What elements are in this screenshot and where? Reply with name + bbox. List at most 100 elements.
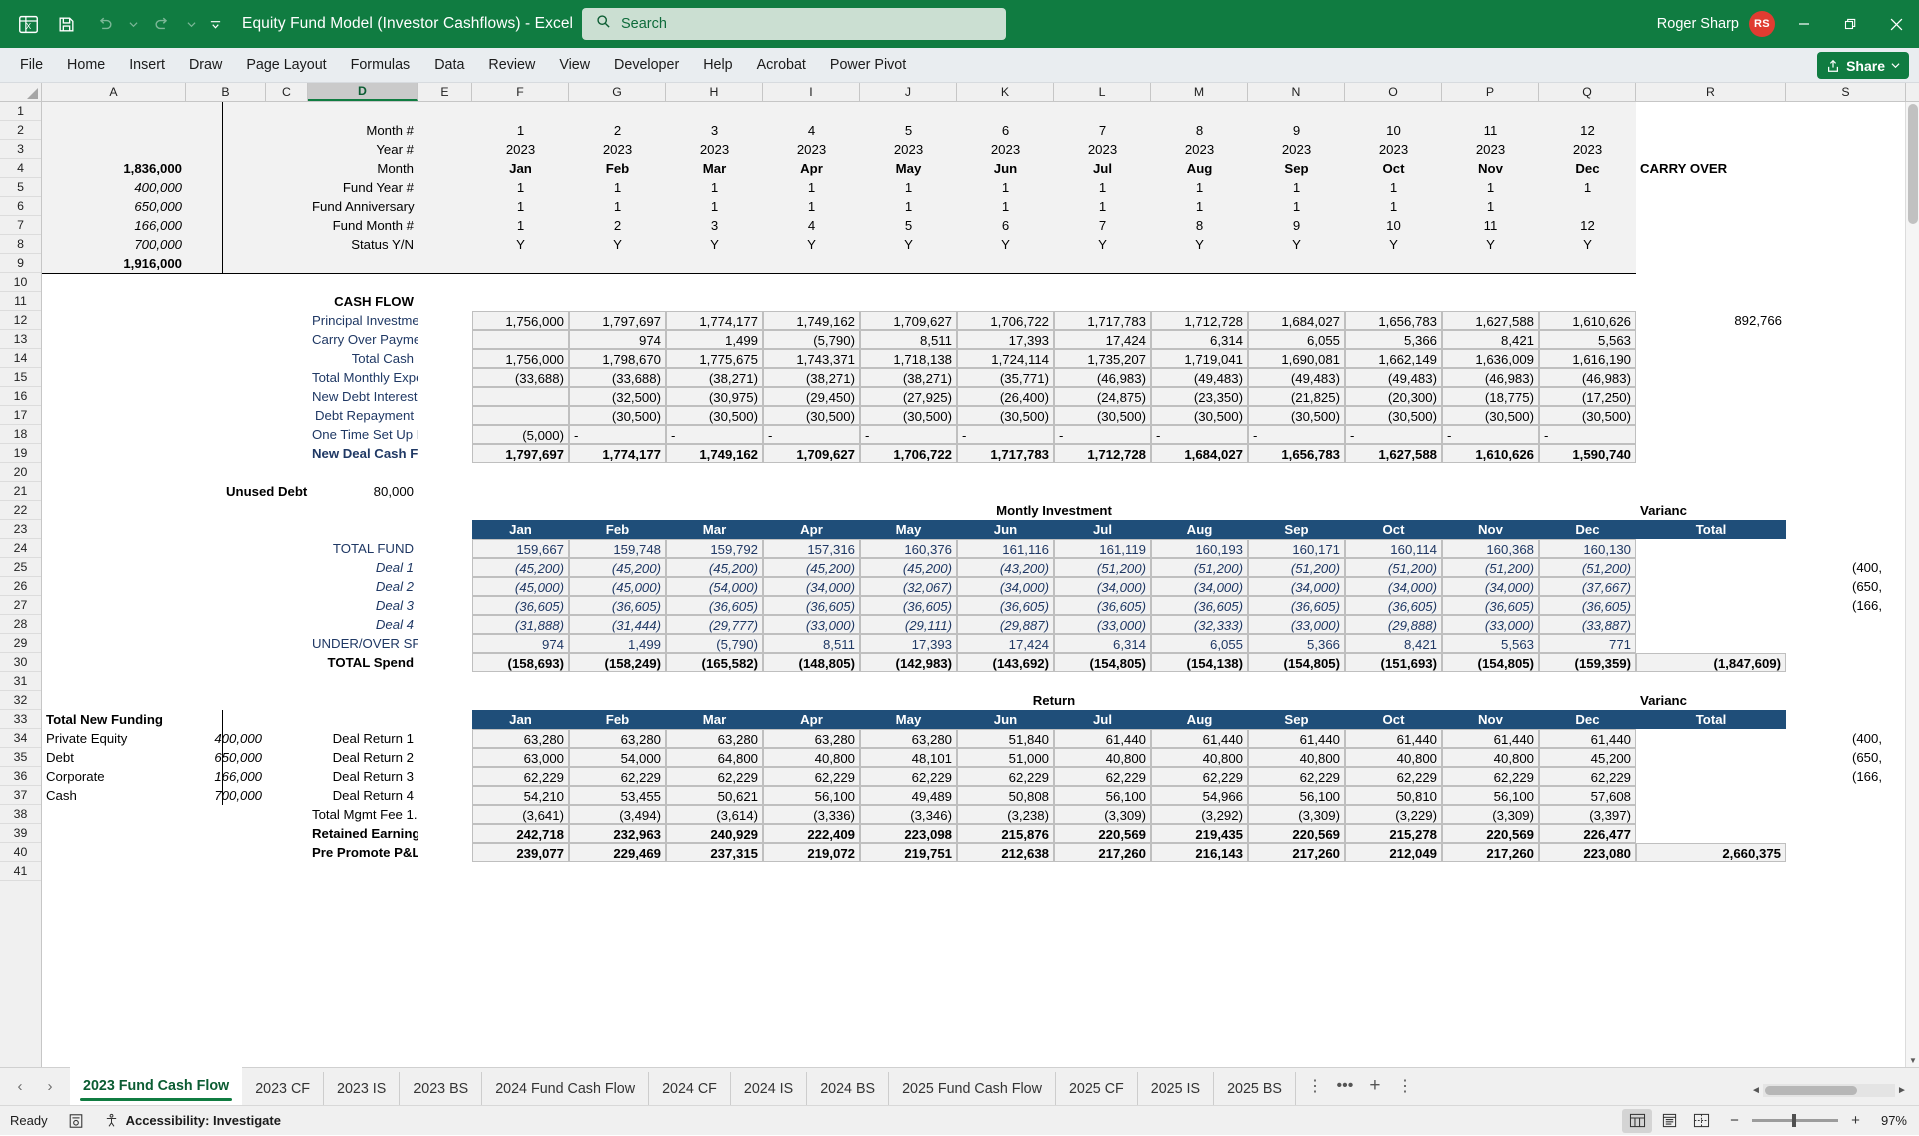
tbl-monthly-investment-under_over-P29[interactable]: 5,563	[1442, 634, 1539, 653]
tbl-monthly-investment-deal_2-L26[interactable]: (34,000)	[1054, 577, 1151, 596]
cf-total_cash-J14[interactable]: 1,718,138	[860, 349, 957, 368]
tbl-return-deal_return_3-K36[interactable]: 62,229	[957, 767, 1054, 786]
month-Q4[interactable]: Dec	[1539, 159, 1636, 178]
cf-new_debt_interest-J16[interactable]: (27,925)	[860, 387, 957, 406]
cf-total_monthly_expense-G15[interactable]: (33,688)	[569, 368, 666, 387]
cf-new_deal_cash_flow-F19[interactable]: 1,797,697	[472, 444, 569, 463]
cf-one_time_set_up_fee-O18[interactable]: -	[1345, 425, 1442, 444]
tbl-monthly-investment-deal_4-P28[interactable]: (33,000)	[1442, 615, 1539, 634]
tbl-monthly-investment-deal_3-P27[interactable]: (36,605)	[1442, 596, 1539, 615]
column-header-F[interactable]: F	[472, 83, 569, 101]
cf-new_deal_cash_flow-L19[interactable]: 1,712,728	[1054, 444, 1151, 463]
ribbon-tab-file[interactable]: File	[8, 48, 55, 82]
status-G8[interactable]: Y	[569, 235, 666, 254]
label-one-time-set-up-fee[interactable]: One Time Set Up Fee	[308, 425, 418, 444]
tbl-monthly-investment-total_fund-Q24[interactable]: 160,130	[1539, 539, 1636, 558]
label-total-cash[interactable]: Total Cash	[308, 349, 418, 368]
fund-anniv-F6[interactable]: 1	[472, 197, 569, 216]
cf-total_cash-L14[interactable]: 1,735,207	[1054, 349, 1151, 368]
tbl-return-deal_return_4-P37[interactable]: 56,100	[1442, 786, 1539, 805]
tbl-monthly-investment-deal_3-L27[interactable]: (36,605)	[1054, 596, 1151, 615]
column-header-H[interactable]: H	[666, 83, 763, 101]
row-header-15[interactable]: 15	[0, 368, 41, 387]
fund-month-N7[interactable]: 9	[1248, 216, 1345, 235]
tbl-monthly-investment-deal_2-I26[interactable]: (34,000)	[763, 577, 860, 596]
close-button[interactable]	[1873, 0, 1919, 48]
fund-month-Q7[interactable]: 12	[1539, 216, 1636, 235]
variance-title1-monthly-investment[interactable]: Varianc	[1636, 501, 1786, 520]
row-header-32[interactable]: 32	[0, 691, 41, 710]
colhdr-return-Jun[interactable]: Jun	[957, 710, 1054, 729]
month-num-H2[interactable]: 3	[666, 121, 763, 140]
label-return-deal-return-2[interactable]: Deal Return 2	[308, 748, 418, 767]
colhdr-return-Dec[interactable]: Dec	[1539, 710, 1636, 729]
zoom-level[interactable]: 97%	[1873, 1113, 1911, 1128]
label-new-debt-interest[interactable]: New Debt Interest Expense	[308, 387, 418, 406]
month-num-I2[interactable]: 4	[763, 121, 860, 140]
tbl-return-deal_return_2-H35[interactable]: 64,800	[666, 748, 763, 767]
month-J4[interactable]: May	[860, 159, 957, 178]
ribbon-tab-draw[interactable]: Draw	[177, 48, 234, 82]
tbl-monthly-investment-under_over-G29[interactable]: 1,499	[569, 634, 666, 653]
tbl-monthly-investment-deal_4-M28[interactable]: (32,333)	[1151, 615, 1248, 634]
cf-new_deal_cash_flow-H19[interactable]: 1,749,162	[666, 444, 763, 463]
tbl-monthly-investment-total_spend-P30[interactable]: (154,805)	[1442, 653, 1539, 672]
minimize-button[interactable]	[1781, 0, 1827, 48]
column-header-P[interactable]: P	[1442, 83, 1539, 101]
label-carry-over-payment[interactable]: Carry Over Payment	[308, 330, 418, 349]
hscroll-thumb[interactable]	[1765, 1086, 1857, 1095]
cf-principal_investment-O12[interactable]: 1,656,783	[1345, 311, 1442, 330]
tbl-monthly-investment-deal_1-O25[interactable]: (51,200)	[1345, 558, 1442, 577]
status-Q8[interactable]: Y	[1539, 235, 1636, 254]
tbl-monthly-investment-deal_3-H27[interactable]: (36,605)	[666, 596, 763, 615]
status-M8[interactable]: Y	[1151, 235, 1248, 254]
tbl-monthly-investment-total_fund-F24[interactable]: 159,667	[472, 539, 569, 558]
funding-value-2[interactable]: 166,000	[186, 767, 266, 786]
colhdr-return-Oct[interactable]: Oct	[1345, 710, 1442, 729]
year-num-I3[interactable]: 2023	[763, 140, 860, 159]
tbl-monthly-investment-deal_2-K26[interactable]: (34,000)	[957, 577, 1054, 596]
fund-year-N5[interactable]: 1	[1248, 178, 1345, 197]
variance-title1-return[interactable]: Varianc	[1636, 691, 1786, 710]
tbl-return-total_mgmt_fee-F38[interactable]: (3,641)	[472, 805, 569, 824]
row-header-6[interactable]: 6	[0, 197, 41, 216]
tbl-monthly-investment-deal_1-Q25[interactable]: (51,200)	[1539, 558, 1636, 577]
funding-label-2[interactable]: Corporate	[42, 767, 186, 786]
sheet-list-icon[interactable]: ⋮	[1302, 1073, 1328, 1099]
column-header-E[interactable]: E	[418, 83, 472, 101]
year-num-F3[interactable]: 2023	[472, 140, 569, 159]
sheet-tab-2023-fund-cash-flow[interactable]: 2023 Fund Cash Flow	[70, 1067, 243, 1105]
page-break-view-icon[interactable]	[1686, 1109, 1716, 1133]
fund-year-O5[interactable]: 1	[1345, 178, 1442, 197]
value-unused-debt[interactable]: 80,000	[308, 482, 418, 501]
sheet-tab-2025-cf[interactable]: 2025 CF	[1056, 1072, 1138, 1105]
cell-A5[interactable]: 400,000	[42, 178, 186, 197]
fund-anniv-J6[interactable]: 1	[860, 197, 957, 216]
tbl-monthly-investment-deal_1-J25[interactable]: (45,200)	[860, 558, 957, 577]
column-header-Q[interactable]: Q	[1539, 83, 1636, 101]
fund-month-P7[interactable]: 11	[1442, 216, 1539, 235]
row-header-1[interactable]: 1	[0, 102, 41, 121]
tbl-monthly-investment-under_over-H29[interactable]: (5,790)	[666, 634, 763, 653]
cf-new_deal_cash_flow-O19[interactable]: 1,627,588	[1345, 444, 1442, 463]
fund-anniv-O6[interactable]: 1	[1345, 197, 1442, 216]
cf-debt_repayment-H17[interactable]: (30,500)	[666, 406, 763, 425]
tbl-return-deal_return_3-L36[interactable]: 62,229	[1054, 767, 1151, 786]
tbl-return-deal_return_4-O37[interactable]: 50,810	[1345, 786, 1442, 805]
row-header-12[interactable]: 12	[0, 311, 41, 330]
label-new-deal-cash-flow[interactable]: New Deal Cash Flow	[308, 444, 418, 463]
cf-carry_over_payment-J13[interactable]: 8,511	[860, 330, 957, 349]
tbl-monthly-investment-deal_3-M27[interactable]: (36,605)	[1151, 596, 1248, 615]
colhdr-return-May[interactable]: May	[860, 710, 957, 729]
month-num-M2[interactable]: 8	[1151, 121, 1248, 140]
cf-one_time_set_up_fee-G18[interactable]: -	[569, 425, 666, 444]
cf-total_cash-N14[interactable]: 1,690,081	[1248, 349, 1345, 368]
column-header-C[interactable]: C	[266, 83, 308, 101]
fund-month-M7[interactable]: 8	[1151, 216, 1248, 235]
column-header-N[interactable]: N	[1248, 83, 1345, 101]
ribbon-tab-developer[interactable]: Developer	[602, 48, 691, 82]
tbl-return-pre_promote_pl-O40[interactable]: 212,049	[1345, 843, 1442, 862]
ribbon-tab-page-layout[interactable]: Page Layout	[234, 48, 338, 82]
tbl-monthly-investment-deal_4-N28[interactable]: (33,000)	[1248, 615, 1345, 634]
cf-one_time_set_up_fee-F18[interactable]: (5,000)	[472, 425, 569, 444]
